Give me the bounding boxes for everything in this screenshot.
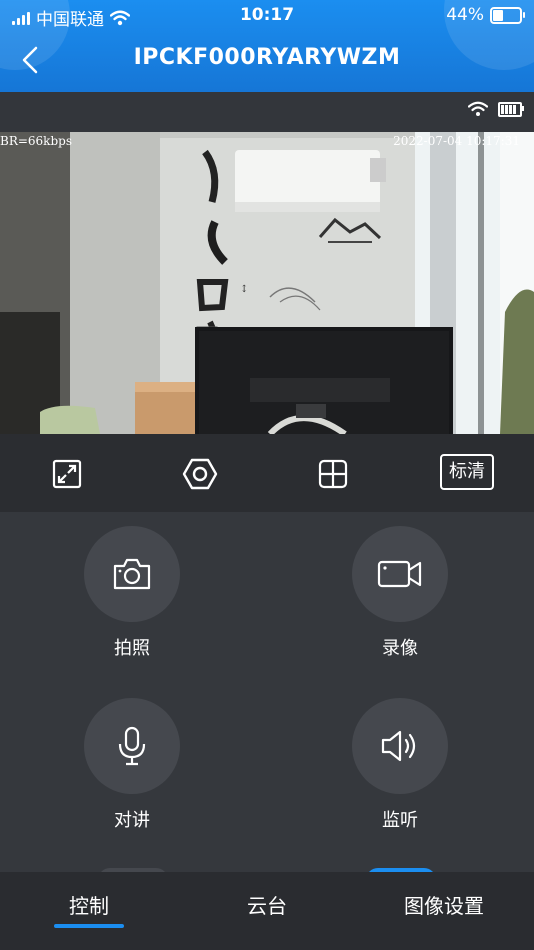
settings-button[interactable] <box>180 454 220 494</box>
hexagon-gear-icon <box>182 458 218 490</box>
svg-text:↕: ↕ <box>240 284 248 295</box>
page-title: IPCKF000RYARYWZM <box>133 45 401 70</box>
photo-button[interactable] <box>84 526 180 622</box>
photo-label: 拍照 <box>114 638 150 659</box>
video-feed[interactable]: ↕ BR=66kbps 2022-07-04 10:17:31 <box>0 132 534 434</box>
status-bar: 中国联通 10:17 44% <box>0 0 534 32</box>
microphone-icon <box>118 726 146 766</box>
expand-icon <box>52 459 82 489</box>
active-tab-indicator <box>54 924 124 928</box>
quality-toggle-button[interactable]: 标清 <box>440 454 494 490</box>
grid-icon <box>318 459 348 489</box>
photo-action[interactable]: 拍照 <box>82 526 182 660</box>
tab-ptz[interactable]: 云台 <box>227 890 307 919</box>
talk-action[interactable]: 对讲 <box>82 698 182 832</box>
bottom-tab-bar: 控制 云台 图像设置 <box>0 872 534 950</box>
record-button[interactable] <box>352 526 448 622</box>
tab-control[interactable]: 控制 <box>54 890 124 919</box>
talk-button[interactable] <box>84 698 180 794</box>
camera-wifi-icon <box>468 101 488 116</box>
video-toolbar: 标清 <box>0 434 534 512</box>
record-label: 录像 <box>382 638 418 659</box>
video-camera-icon <box>377 560 422 588</box>
header: 中国联通 10:17 44% IPCKF000RYARYWZM <box>0 0 534 92</box>
camera-scene-image: ↕ <box>0 132 534 434</box>
record-action[interactable]: 录像 <box>350 526 450 660</box>
fullscreen-button[interactable] <box>47 454 87 494</box>
tab-image-settings[interactable]: 图像设置 <box>384 890 504 919</box>
bitrate-overlay: BR=66kbps <box>0 134 72 148</box>
video-status-bar <box>0 92 534 132</box>
battery-percent: 44% <box>446 5 484 25</box>
listen-label: 监听 <box>382 810 418 831</box>
speaker-icon <box>381 730 416 762</box>
battery-icon <box>490 6 525 24</box>
talk-label: 对讲 <box>114 810 150 831</box>
camera-battery-icon <box>498 101 524 117</box>
split-view-button[interactable] <box>313 454 353 494</box>
control-panel: 拍照 录像 对讲 监听 <box>0 512 534 872</box>
listen-button[interactable] <box>352 698 448 794</box>
listen-action[interactable]: 监听 <box>350 698 450 832</box>
camera-icon <box>113 558 151 590</box>
timestamp-overlay: 2022-07-04 10:17:31 <box>393 134 520 148</box>
